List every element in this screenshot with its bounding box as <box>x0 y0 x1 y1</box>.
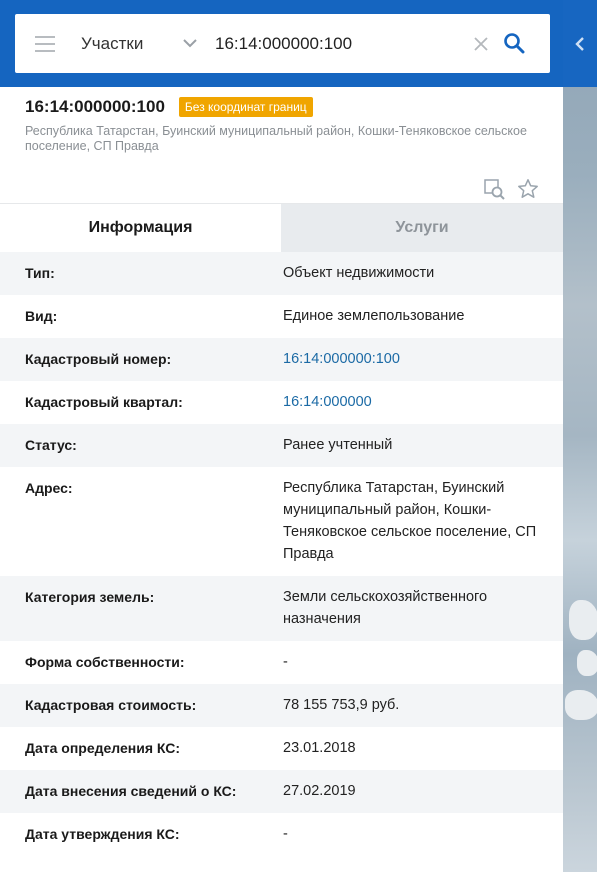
search-bar: Участки <box>15 14 550 73</box>
row-label: Дата утверждения КС: <box>25 826 180 842</box>
cadastral-quarter-link[interactable]: 16:14:000000 <box>283 391 541 413</box>
map-background[interactable] <box>563 0 597 872</box>
row-label: Статус: <box>25 437 77 453</box>
table-row: Тип: Объект недвижимости <box>0 252 563 295</box>
row-value: 23.01.2018 <box>283 740 356 756</box>
search-on-map-icon[interactable] <box>483 178 505 200</box>
tab-bar: Информация Услуги <box>0 203 563 252</box>
row-label: Кадастровый номер: <box>25 351 172 367</box>
row-value: 78 155 753,9 руб. <box>283 697 400 713</box>
row-value: 27.02.2019 <box>283 783 356 799</box>
search-type-select[interactable]: Участки <box>81 34 183 54</box>
table-row: Кадастровый номер: 16:14:000000:100 <box>0 338 563 381</box>
search-input[interactable] <box>215 33 465 54</box>
object-title: 16:14:000000:100 <box>25 97 165 116</box>
row-label: Дата внесения сведений о КС: <box>25 783 237 799</box>
table-row: Форма собственности: - <box>0 641 563 684</box>
table-row: Дата внесения сведений о КС: 27.02.2019 <box>0 770 563 813</box>
table-row: Статус: Ранее учтенный <box>0 424 563 467</box>
map-land <box>577 650 597 676</box>
table-row: Кадастровая стоимость: 78 155 753,9 руб. <box>0 684 563 727</box>
object-header: 16:14:000000:100 Без координат границ Ре… <box>0 87 563 203</box>
row-value: Ранее учтенный <box>283 437 393 453</box>
star-icon[interactable] <box>517 178 539 200</box>
table-row: Кадастровый квартал: 16:14:000000 <box>0 381 563 424</box>
row-label: Тип: <box>25 265 55 281</box>
row-value: Объект недвижимости <box>283 265 435 281</box>
cadastral-number-link[interactable]: 16:14:000000:100 <box>283 348 541 370</box>
row-value: - <box>283 654 288 670</box>
chevron-down-icon[interactable] <box>183 37 197 51</box>
table-row: Дата определения КС: 23.01.2018 <box>0 727 563 770</box>
object-address: Республика Татарстан, Буинский муниципал… <box>25 124 527 153</box>
collapse-panel-button[interactable] <box>563 0 597 87</box>
table-row: Адрес: Республика Татарстан, Буинский мун… <box>0 467 563 576</box>
close-icon[interactable] <box>471 34 491 54</box>
row-label: Вид: <box>25 308 58 324</box>
status-badge: Без координат границ <box>178 97 313 117</box>
info-table: Тип: Объект недвижимости Вид: Единое земле… <box>0 252 563 856</box>
row-value: Единое землепользование <box>283 308 465 324</box>
table-row: Дата утверждения КС: - <box>0 813 563 856</box>
row-label: Адрес: <box>25 480 73 496</box>
row-label: Кадастровая стоимость: <box>25 697 197 713</box>
search-icon[interactable] <box>503 32 527 56</box>
tab-services[interactable]: Услуги <box>281 204 563 252</box>
tab-info[interactable]: Информация <box>0 204 281 252</box>
table-row: Категория земель: Земли сельскохозяйствен… <box>0 576 563 641</box>
info-panel: 16:14:000000:100 Без координат границ Ре… <box>0 87 563 872</box>
row-label: Дата определения КС: <box>25 740 181 756</box>
row-value: Республика Татарстан, Буинский муниципал… <box>283 480 537 562</box>
row-value: Земли сельскохозяйственного назначения <box>283 589 488 627</box>
row-label: Кадастровый квартал: <box>25 394 183 410</box>
map-land <box>569 600 597 640</box>
map-land <box>565 690 597 720</box>
top-bar: Участки <box>0 0 597 87</box>
table-row: Вид: Единое землепользование <box>0 295 563 338</box>
row-label: Категория земель: <box>25 589 155 605</box>
chevron-left-icon <box>575 36 584 51</box>
row-value: - <box>283 826 288 842</box>
row-label: Форма собственности: <box>25 654 185 670</box>
menu-icon[interactable] <box>35 35 55 52</box>
